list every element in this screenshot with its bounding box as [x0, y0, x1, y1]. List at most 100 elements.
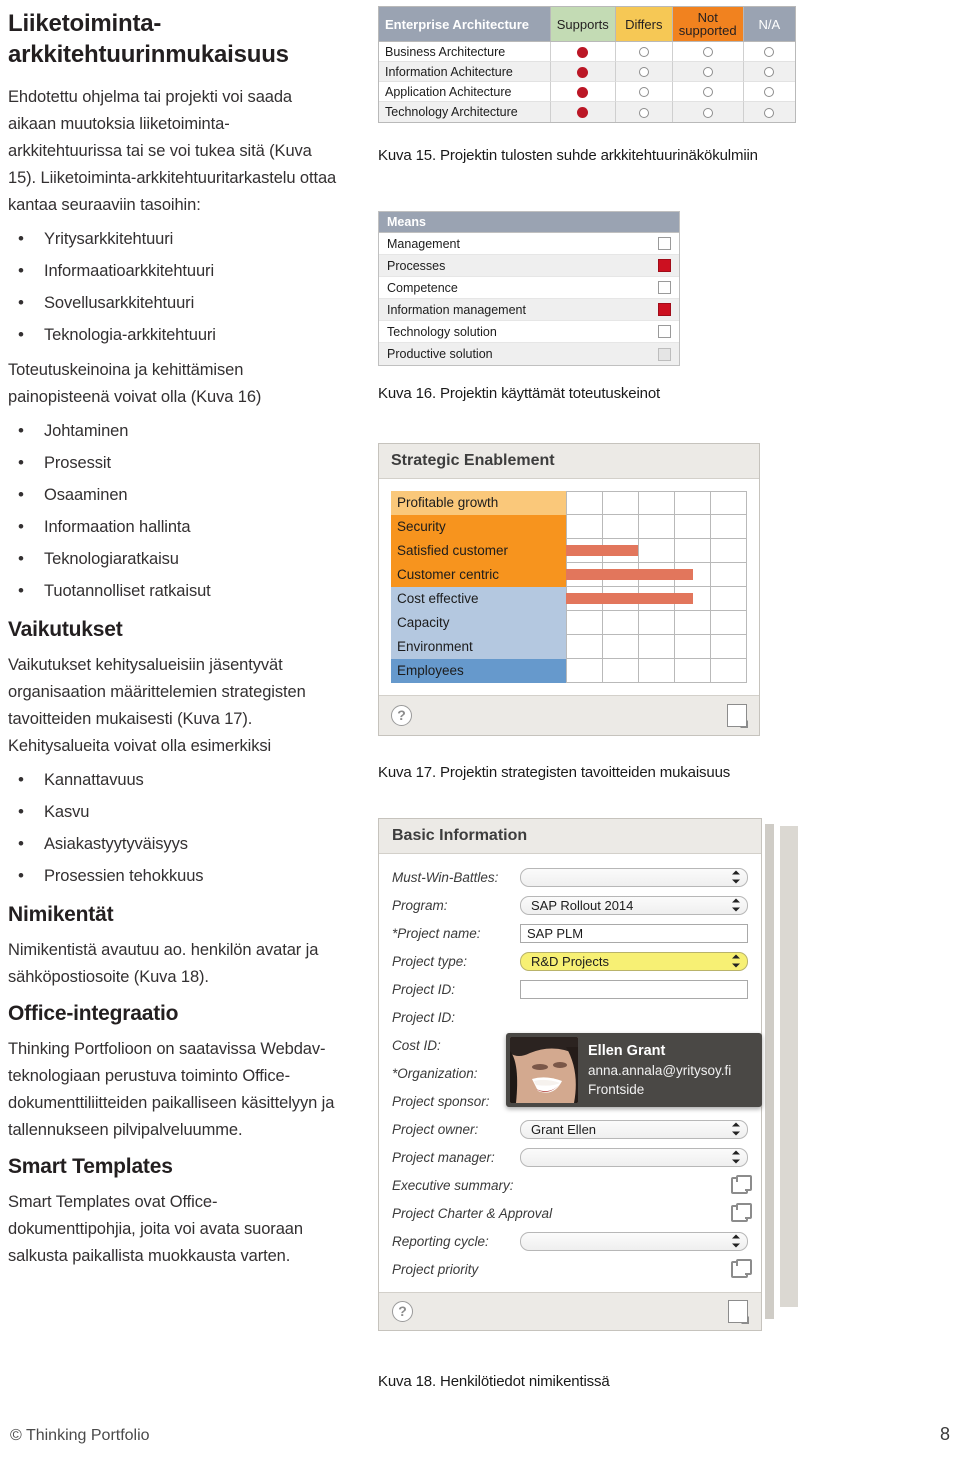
se-cell[interactable]	[675, 635, 711, 659]
radio-differs[interactable]	[615, 82, 673, 102]
external-link-icon[interactable]	[731, 1258, 752, 1278]
input-project-id[interactable]	[520, 979, 748, 999]
checkbox-productive-solution[interactable]	[658, 347, 671, 361]
radio-supports[interactable]	[550, 62, 616, 82]
radio-supports[interactable]	[550, 42, 616, 62]
form-row-project-owner: Project owner: Grant Ellen	[392, 1115, 748, 1143]
se-cell[interactable]	[711, 659, 747, 683]
se-row[interactable]: Satisfied customer	[391, 539, 747, 563]
se-cell[interactable]	[639, 635, 675, 659]
select-program[interactable]: SAP Rollout 2014	[520, 895, 748, 915]
se-cell[interactable]	[603, 611, 639, 635]
radio-differs[interactable]	[615, 42, 673, 62]
se-grid[interactable]	[566, 587, 747, 611]
se-cell[interactable]	[711, 515, 747, 539]
left-text-column: Liiketoiminta-arkkitehtuurinmukaisuus Eh…	[8, 8, 338, 1274]
se-row[interactable]: Profitable growth	[391, 491, 747, 515]
radio-supports[interactable]	[550, 82, 616, 102]
se-cell[interactable]	[566, 635, 603, 659]
select-project-manager[interactable]	[520, 1147, 748, 1167]
vertical-scrollbar[interactable]	[765, 824, 774, 1319]
se-cell[interactable]	[675, 611, 711, 635]
select-must-win-battles[interactable]	[520, 867, 748, 887]
se-cell[interactable]	[639, 659, 675, 683]
se-cell[interactable]	[639, 515, 675, 539]
radio-not-supported[interactable]	[672, 82, 744, 102]
se-cell[interactable]	[675, 659, 711, 683]
se-cell[interactable]	[639, 491, 675, 515]
means-row[interactable]: Information management	[379, 299, 679, 321]
means-row[interactable]: Technology solution	[379, 321, 679, 343]
se-cell[interactable]	[566, 611, 603, 635]
radio-na[interactable]	[743, 42, 795, 62]
se-cell[interactable]	[566, 515, 603, 539]
se-cell[interactable]	[566, 491, 603, 515]
section-heading-nimikentat: Nimikentät	[8, 903, 114, 926]
se-label-security: Security	[391, 515, 566, 539]
se-cell[interactable]	[675, 515, 711, 539]
means-row[interactable]: Competence	[379, 277, 679, 299]
se-row[interactable]: Cost effective	[391, 587, 747, 611]
select-project-type[interactable]: R&D Projects	[520, 951, 748, 971]
external-link-icon[interactable]	[731, 1202, 752, 1222]
external-link-icon[interactable]	[731, 1174, 752, 1194]
table-row: Technology Architecture	[379, 102, 795, 122]
checkbox-processes[interactable]	[658, 259, 671, 272]
se-cell[interactable]	[711, 587, 747, 611]
radio-differs[interactable]	[615, 62, 673, 82]
se-grid[interactable]	[566, 659, 747, 683]
se-bar-customer-centric	[566, 569, 693, 580]
radio-differs[interactable]	[615, 102, 673, 122]
means-row[interactable]: Management	[379, 233, 679, 255]
input-project-name[interactable]: SAP PLM	[520, 923, 748, 943]
document-icon[interactable]	[728, 1300, 749, 1324]
se-row[interactable]: Employees	[391, 659, 747, 683]
se-row[interactable]: Capacity	[391, 611, 747, 635]
radio-not-supported[interactable]	[672, 42, 744, 62]
se-cell[interactable]	[639, 611, 675, 635]
se-cell[interactable]	[711, 611, 747, 635]
means-row[interactable]: Processes	[379, 255, 679, 277]
se-grid[interactable]	[566, 539, 747, 563]
checkbox-competence[interactable]	[658, 281, 671, 294]
means-row[interactable]: Productive solution	[379, 343, 679, 365]
se-grid[interactable]	[566, 611, 747, 635]
select-reporting-cycle[interactable]	[520, 1231, 748, 1251]
se-cell[interactable]	[711, 635, 747, 659]
question-mark-icon[interactable]: ?	[392, 1301, 413, 1322]
se-cell[interactable]	[675, 491, 711, 515]
radio-na[interactable]	[743, 62, 795, 82]
se-cell[interactable]	[711, 491, 747, 515]
copyright-text: © Thinking Portfolio	[10, 1427, 150, 1444]
checkbox-technology-solution[interactable]	[658, 325, 671, 338]
radio-not-supported[interactable]	[672, 62, 744, 82]
se-cell[interactable]	[711, 563, 747, 587]
se-cell[interactable]	[566, 659, 603, 683]
checkbox-management[interactable]	[658, 237, 671, 250]
se-cell[interactable]	[603, 515, 639, 539]
se-cell[interactable]	[603, 635, 639, 659]
se-cell[interactable]	[603, 659, 639, 683]
radio-not-supported[interactable]	[672, 102, 744, 122]
section-heading-office-integraatio: Office-integraatio	[8, 1002, 179, 1025]
se-grid[interactable]	[566, 635, 747, 659]
se-row[interactable]: Security	[391, 515, 747, 539]
radio-na[interactable]	[743, 102, 795, 122]
se-cell[interactable]	[711, 539, 747, 563]
form-row-project-name: *Project name: SAP PLM	[392, 919, 748, 947]
question-mark-icon[interactable]: ?	[391, 705, 412, 726]
se-row[interactable]: Customer centric	[391, 563, 747, 587]
se-cell[interactable]	[603, 491, 639, 515]
checkbox-information-management[interactable]	[658, 303, 671, 316]
se-cell[interactable]	[675, 539, 711, 563]
document-icon[interactable]	[727, 704, 748, 728]
se-row[interactable]: Environment	[391, 635, 747, 659]
radio-na[interactable]	[743, 82, 795, 102]
radio-supports[interactable]	[550, 102, 616, 122]
form-row-program: Program: SAP Rollout 2014	[392, 891, 748, 919]
select-project-owner[interactable]: Grant Ellen	[520, 1119, 748, 1139]
se-grid[interactable]	[566, 491, 747, 515]
se-grid[interactable]	[566, 563, 747, 587]
se-cell[interactable]	[639, 539, 675, 563]
se-grid[interactable]	[566, 515, 747, 539]
